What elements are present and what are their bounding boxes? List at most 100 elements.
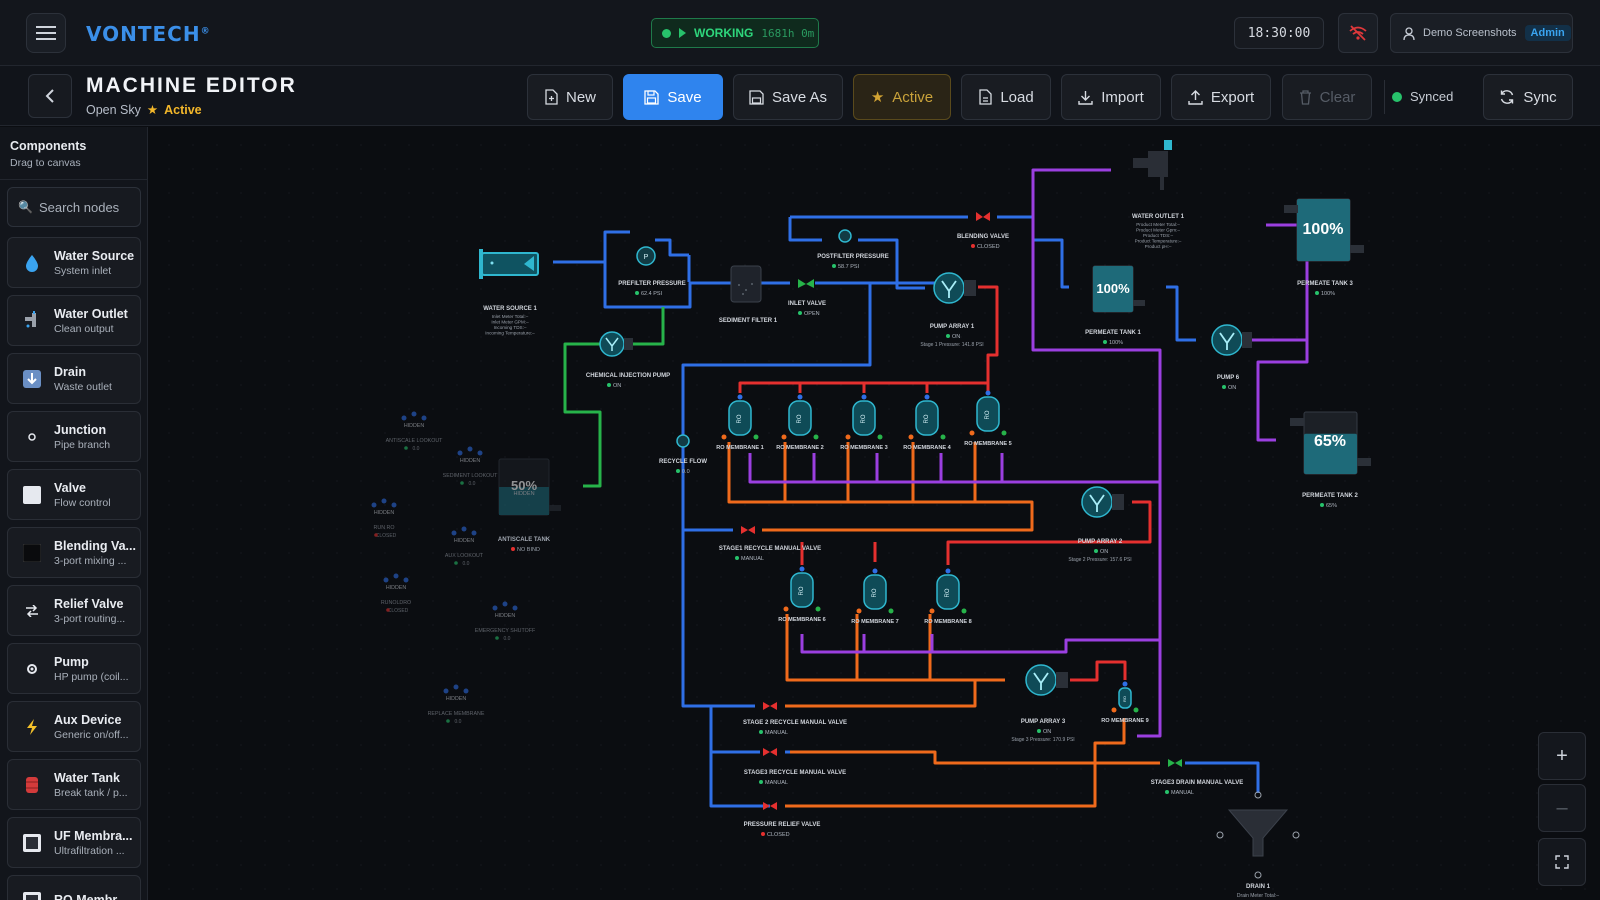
port-handle[interactable] <box>393 573 399 579</box>
hamburger-menu-button[interactable] <box>26 13 66 53</box>
load-button[interactable]: Load <box>961 74 1051 120</box>
port-handle[interactable] <box>461 526 467 532</box>
port-handle[interactable] <box>451 530 457 536</box>
connection-button[interactable] <box>1338 13 1378 53</box>
palette-item[interactable]: Junction Pipe branch <box>7 411 141 462</box>
port-handle[interactable] <box>1122 681 1128 687</box>
port-handle[interactable] <box>381 498 387 504</box>
sync-button[interactable]: Sync <box>1483 74 1573 120</box>
port-handle[interactable] <box>371 502 377 508</box>
new-button[interactable]: New <box>527 74 613 120</box>
port-handle[interactable] <box>783 606 789 612</box>
active-button[interactable]: ★ Active <box>853 74 951 120</box>
palette-item-name: Water Outlet <box>54 306 128 321</box>
palette-item[interactable]: Aux Device Generic on/off... <box>7 701 141 752</box>
back-button[interactable] <box>28 74 72 118</box>
palette-item[interactable]: Water Tank Break tank / p... <box>7 759 141 810</box>
svg-text:Stage 2 Pressure: 157.6 PSI: Stage 2 Pressure: 157.6 PSI <box>1068 557 1131 563</box>
zoom-out-button[interactable]: – <box>1538 784 1586 832</box>
port-handle[interactable] <box>985 390 991 396</box>
port-handle[interactable] <box>512 605 518 611</box>
port-handle[interactable] <box>877 434 883 440</box>
port-handle[interactable] <box>945 568 951 574</box>
role-badge: Admin <box>1524 25 1571 41</box>
svg-text:SEDIMENT FILTER 1: SEDIMENT FILTER 1 <box>719 318 778 324</box>
palette-item[interactable]: Blending Va... 3-port mixing ... <box>7 527 141 578</box>
search-box[interactable]: 🔍 <box>7 187 141 227</box>
palette-item[interactable]: Relief Valve 3-port routing... <box>7 585 141 636</box>
port-handle[interactable] <box>457 450 463 456</box>
port-handle[interactable] <box>924 394 930 400</box>
port-handle[interactable] <box>753 434 759 440</box>
port-handle[interactable] <box>467 446 473 452</box>
port-handle[interactable] <box>411 411 417 417</box>
svg-text:STAGE 2 RECYCLE MANUAL VALVE: STAGE 2 RECYCLE MANUAL VALVE <box>743 720 847 726</box>
palette-item-desc: Ultrafiltration ... <box>54 844 125 857</box>
port-handle[interactable] <box>477 450 483 456</box>
port-handle[interactable] <box>502 601 508 607</box>
hidden-node-value: 0.0 <box>463 561 470 567</box>
port-handle[interactable] <box>471 530 477 536</box>
flow-canvas[interactable]: WATER SOURCE 1 Inlet Meter Total:– Inlet … <box>149 127 1600 900</box>
port-handle[interactable] <box>421 415 427 421</box>
palette-item[interactable]: Drain Waste outlet <box>7 353 141 404</box>
diagram-svg[interactable]: WATER SOURCE 1 Inlet Meter Total:–Inlet … <box>149 127 1600 900</box>
palette-item[interactable]: RO Membr... <box>7 875 141 900</box>
port-handle[interactable] <box>961 608 967 614</box>
palette-item[interactable]: UF Membra... Ultrafiltration ... <box>7 817 141 868</box>
port-handle[interactable] <box>1001 430 1007 436</box>
port-handle[interactable] <box>929 608 935 614</box>
port-handle[interactable] <box>463 688 469 694</box>
port-handle[interactable] <box>799 566 805 572</box>
port-handle[interactable] <box>845 434 851 440</box>
svg-text:PRESSURE RELIEF VALVE: PRESSURE RELIEF VALVE <box>744 822 821 828</box>
port-handle[interactable] <box>872 568 878 574</box>
membrane-label: RO MEMBRANE 6 <box>778 617 826 623</box>
port-handle[interactable] <box>797 394 803 400</box>
palette-item[interactable]: Water Outlet Clean output <box>7 295 141 346</box>
palette-item[interactable]: Valve Flow control <box>7 469 141 520</box>
user-menu[interactable]: Demo Screenshots Admin <box>1390 13 1573 53</box>
export-button[interactable]: Export <box>1171 74 1271 120</box>
port-handle[interactable] <box>737 394 743 400</box>
search-input[interactable] <box>38 199 129 215</box>
clear-button[interactable]: Clear <box>1282 74 1372 120</box>
machine-status-pill: WORKING 1681h 0m <box>651 18 819 48</box>
port-handle[interactable] <box>861 394 867 400</box>
port-handle[interactable] <box>403 577 409 583</box>
svg-text:STAGE3 DRAIN MANUAL VALVE: STAGE3 DRAIN MANUAL VALVE <box>1151 780 1244 786</box>
brand-logo[interactable]: VONTECH® <box>86 22 211 46</box>
state-dot-icon <box>374 533 378 537</box>
fit-view-button[interactable] <box>1538 838 1586 886</box>
port-handle[interactable] <box>443 688 449 694</box>
zoom-in-button[interactable]: + <box>1538 732 1586 780</box>
port-handle[interactable] <box>908 434 914 440</box>
save-as-button[interactable]: Save As <box>733 74 843 120</box>
port-handle[interactable] <box>813 434 819 440</box>
port-handle[interactable] <box>401 415 407 421</box>
port-handle[interactable] <box>721 434 727 440</box>
status-dot-icon <box>662 28 671 38</box>
faucet-icon <box>20 310 44 331</box>
save-button[interactable]: Save <box>623 74 723 120</box>
port-handle[interactable] <box>383 577 389 583</box>
port-handle[interactable] <box>492 605 498 611</box>
port-handle[interactable] <box>888 608 894 614</box>
port-handle[interactable] <box>940 434 946 440</box>
svg-text:PUMP ARRAY 2: PUMP ARRAY 2 <box>1078 539 1123 545</box>
port-handle[interactable] <box>969 430 975 436</box>
svg-text:RECYCLE FLOW: RECYCLE FLOW <box>659 459 707 465</box>
synced-dot-icon <box>1392 91 1402 102</box>
palette-item[interactable]: Pump HP pump (coil... <box>7 643 141 694</box>
svg-text:ON: ON <box>613 383 621 389</box>
port-handle[interactable] <box>453 684 459 690</box>
port-handle[interactable] <box>781 434 787 440</box>
import-button[interactable]: Import <box>1061 74 1161 120</box>
port-handle[interactable] <box>391 502 397 508</box>
port-handle[interactable] <box>1111 707 1117 713</box>
state-dot-icon <box>404 446 408 450</box>
port-handle[interactable] <box>1133 707 1139 713</box>
port-handle[interactable] <box>856 608 862 614</box>
port-handle[interactable] <box>815 606 821 612</box>
palette-item[interactable]: Water Source System inlet <box>7 237 141 288</box>
